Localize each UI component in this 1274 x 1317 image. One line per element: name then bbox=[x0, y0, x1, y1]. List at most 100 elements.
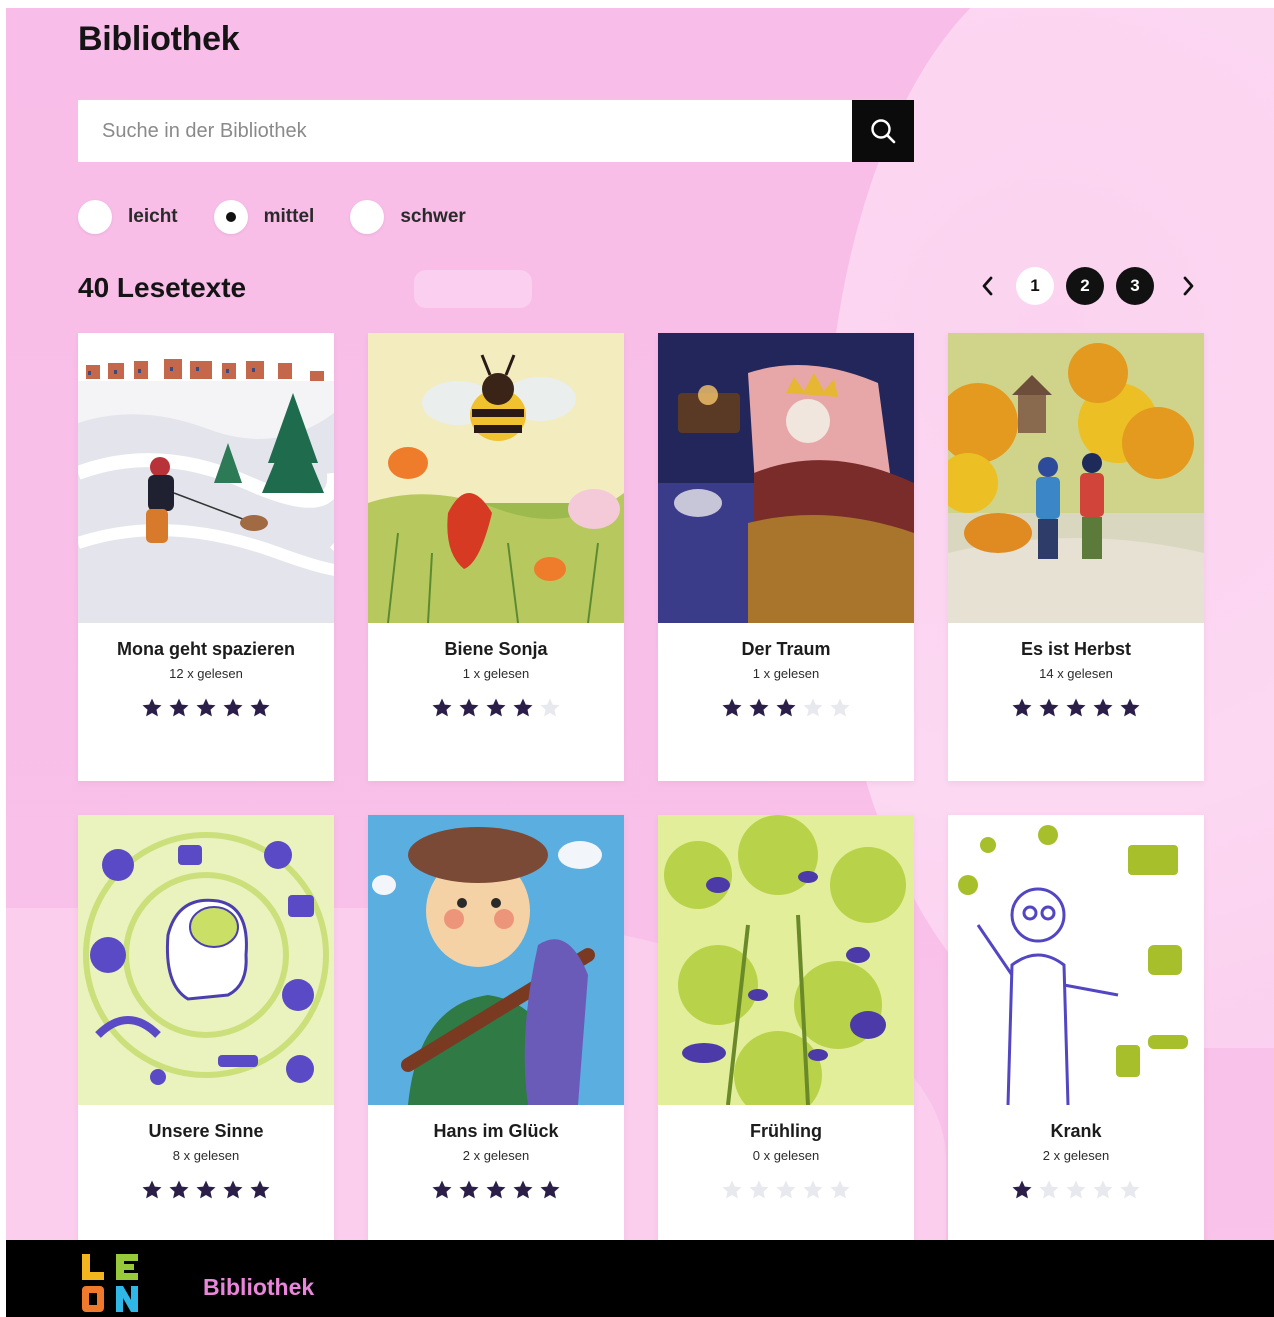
star-rating bbox=[948, 1179, 1204, 1201]
level-option-schwer[interactable]: schwer bbox=[350, 200, 466, 234]
star-empty-icon bbox=[776, 1180, 796, 1199]
book-title: Unsere Sinne bbox=[148, 1121, 264, 1141]
book-title: Hans im Glück bbox=[433, 1121, 559, 1141]
book-cover-image bbox=[658, 815, 914, 1105]
read-count: 2 x gelesen bbox=[462, 1148, 530, 1163]
star-filled-icon bbox=[1066, 698, 1086, 717]
difficulty-filter: leicht mittel schwer bbox=[78, 200, 502, 234]
radio-button[interactable] bbox=[350, 200, 385, 234]
star-empty-icon bbox=[1039, 1180, 1059, 1199]
book-card-unsere-sinne[interactable]: Unsere Sinne 8 x gelesen bbox=[78, 815, 334, 1263]
star-filled-icon bbox=[432, 698, 452, 717]
star-filled-icon bbox=[776, 698, 796, 717]
bottom-navigation-bar: Bibliothek bbox=[6, 1240, 1274, 1317]
star-filled-icon bbox=[459, 698, 479, 717]
book-card-biene-sonja[interactable]: Biene Sonja 1 x gelesen bbox=[368, 333, 624, 781]
radio-button[interactable] bbox=[78, 200, 112, 234]
star-filled-icon bbox=[196, 698, 216, 717]
nav-item-bibliothek[interactable]: Bibliothek bbox=[203, 1274, 314, 1301]
book-card-mona-geht-spazieren[interactable]: Mona geht spazieren 12 x gelesen bbox=[78, 333, 334, 781]
read-count: 0 x gelesen bbox=[752, 1148, 820, 1163]
book-card-fruehling[interactable]: Frühling 0 x gelesen bbox=[658, 815, 914, 1263]
page-background: Bibliothek leicht mittel schwer 40 Leset… bbox=[6, 8, 1274, 1317]
read-count: 1 x gelesen bbox=[462, 666, 530, 681]
star-filled-icon bbox=[250, 1180, 270, 1199]
star-filled-icon bbox=[722, 698, 742, 717]
radio-selected-dot bbox=[225, 212, 236, 222]
book-cover-image bbox=[658, 333, 914, 623]
level-label: schwer bbox=[400, 206, 466, 227]
star-filled-icon bbox=[486, 1180, 506, 1199]
star-empty-icon bbox=[830, 1180, 850, 1199]
page-button-3[interactable]: 3 bbox=[1116, 267, 1154, 305]
star-rating bbox=[658, 697, 914, 719]
leon-logo-icon[interactable] bbox=[80, 1252, 142, 1314]
book-card-es-ist-herbst[interactable]: Es ist Herbst 14 x gelesen bbox=[948, 333, 1204, 781]
book-title: Biene Sonja bbox=[444, 639, 548, 659]
read-count: 14 x gelesen bbox=[1039, 666, 1113, 681]
book-cover-image bbox=[948, 815, 1204, 1105]
star-filled-icon bbox=[540, 1180, 560, 1199]
read-count: 2 x gelesen bbox=[1042, 1148, 1110, 1163]
chevron-left-icon bbox=[982, 276, 993, 296]
read-count: 8 x gelesen bbox=[172, 1148, 240, 1163]
level-option-leicht[interactable]: leicht bbox=[78, 200, 178, 234]
book-cover-image bbox=[78, 815, 334, 1105]
book-title: Frühling bbox=[750, 1121, 822, 1141]
star-filled-icon bbox=[169, 1180, 189, 1199]
book-title: Mona geht spazieren bbox=[116, 639, 296, 659]
star-filled-icon bbox=[513, 1180, 533, 1199]
book-card-der-traum[interactable]: Der Traum 1 x gelesen bbox=[658, 333, 914, 781]
search-icon bbox=[871, 119, 896, 144]
star-filled-icon bbox=[142, 698, 162, 717]
radio-button[interactable] bbox=[213, 200, 248, 234]
level-option-mittel[interactable]: mittel bbox=[213, 200, 315, 234]
star-empty-icon bbox=[1093, 1180, 1113, 1199]
star-filled-icon bbox=[432, 1180, 452, 1199]
book-cover-image bbox=[368, 333, 624, 623]
book-cover-image bbox=[948, 333, 1204, 623]
star-filled-icon bbox=[169, 698, 189, 717]
star-empty-icon bbox=[540, 698, 560, 717]
book-card-krank[interactable]: Krank 2 x gelesen bbox=[948, 815, 1204, 1263]
page-title: Bibliothek bbox=[78, 20, 240, 58]
search-bar bbox=[78, 100, 914, 162]
star-filled-icon bbox=[223, 1180, 243, 1199]
level-label: mittel bbox=[263, 206, 315, 227]
decorative-shape bbox=[414, 270, 532, 308]
star-empty-icon bbox=[1120, 1180, 1140, 1199]
star-filled-icon bbox=[142, 1180, 162, 1199]
star-rating bbox=[368, 1179, 624, 1201]
results-count: 40 Lesetexte bbox=[78, 272, 247, 303]
star-filled-icon bbox=[1012, 1180, 1032, 1199]
search-button[interactable] bbox=[852, 100, 914, 162]
star-filled-icon bbox=[1039, 698, 1059, 717]
book-title: Der Traum bbox=[741, 639, 831, 659]
book-card-hans-im-glueck[interactable]: Hans im Glück 2 x gelesen bbox=[368, 815, 624, 1263]
next-page-button[interactable] bbox=[1174, 266, 1202, 306]
star-empty-icon bbox=[722, 1180, 742, 1199]
star-filled-icon bbox=[1012, 698, 1032, 717]
read-count: 1 x gelesen bbox=[752, 666, 820, 681]
star-filled-icon bbox=[486, 698, 506, 717]
star-filled-icon bbox=[513, 698, 533, 717]
previous-page-button[interactable] bbox=[974, 266, 1002, 306]
star-rating bbox=[368, 697, 624, 719]
page-button-2[interactable]: 2 bbox=[1066, 267, 1104, 305]
search-input[interactable] bbox=[78, 100, 852, 162]
star-empty-icon bbox=[1066, 1180, 1086, 1199]
page-button-1[interactable]: 1 bbox=[1016, 267, 1054, 305]
star-filled-icon bbox=[223, 698, 243, 717]
star-empty-icon bbox=[830, 698, 850, 717]
level-label: leicht bbox=[128, 206, 178, 227]
star-filled-icon bbox=[1093, 698, 1113, 717]
star-filled-icon bbox=[459, 1180, 479, 1199]
book-cover-image bbox=[78, 333, 334, 623]
star-filled-icon bbox=[196, 1180, 216, 1199]
read-count: 12 x gelesen bbox=[169, 666, 243, 681]
star-rating bbox=[658, 1179, 914, 1201]
book-title: Es ist Herbst bbox=[1020, 639, 1132, 659]
star-rating bbox=[78, 1179, 334, 1201]
star-empty-icon bbox=[803, 698, 823, 717]
star-empty-icon bbox=[749, 1180, 769, 1199]
